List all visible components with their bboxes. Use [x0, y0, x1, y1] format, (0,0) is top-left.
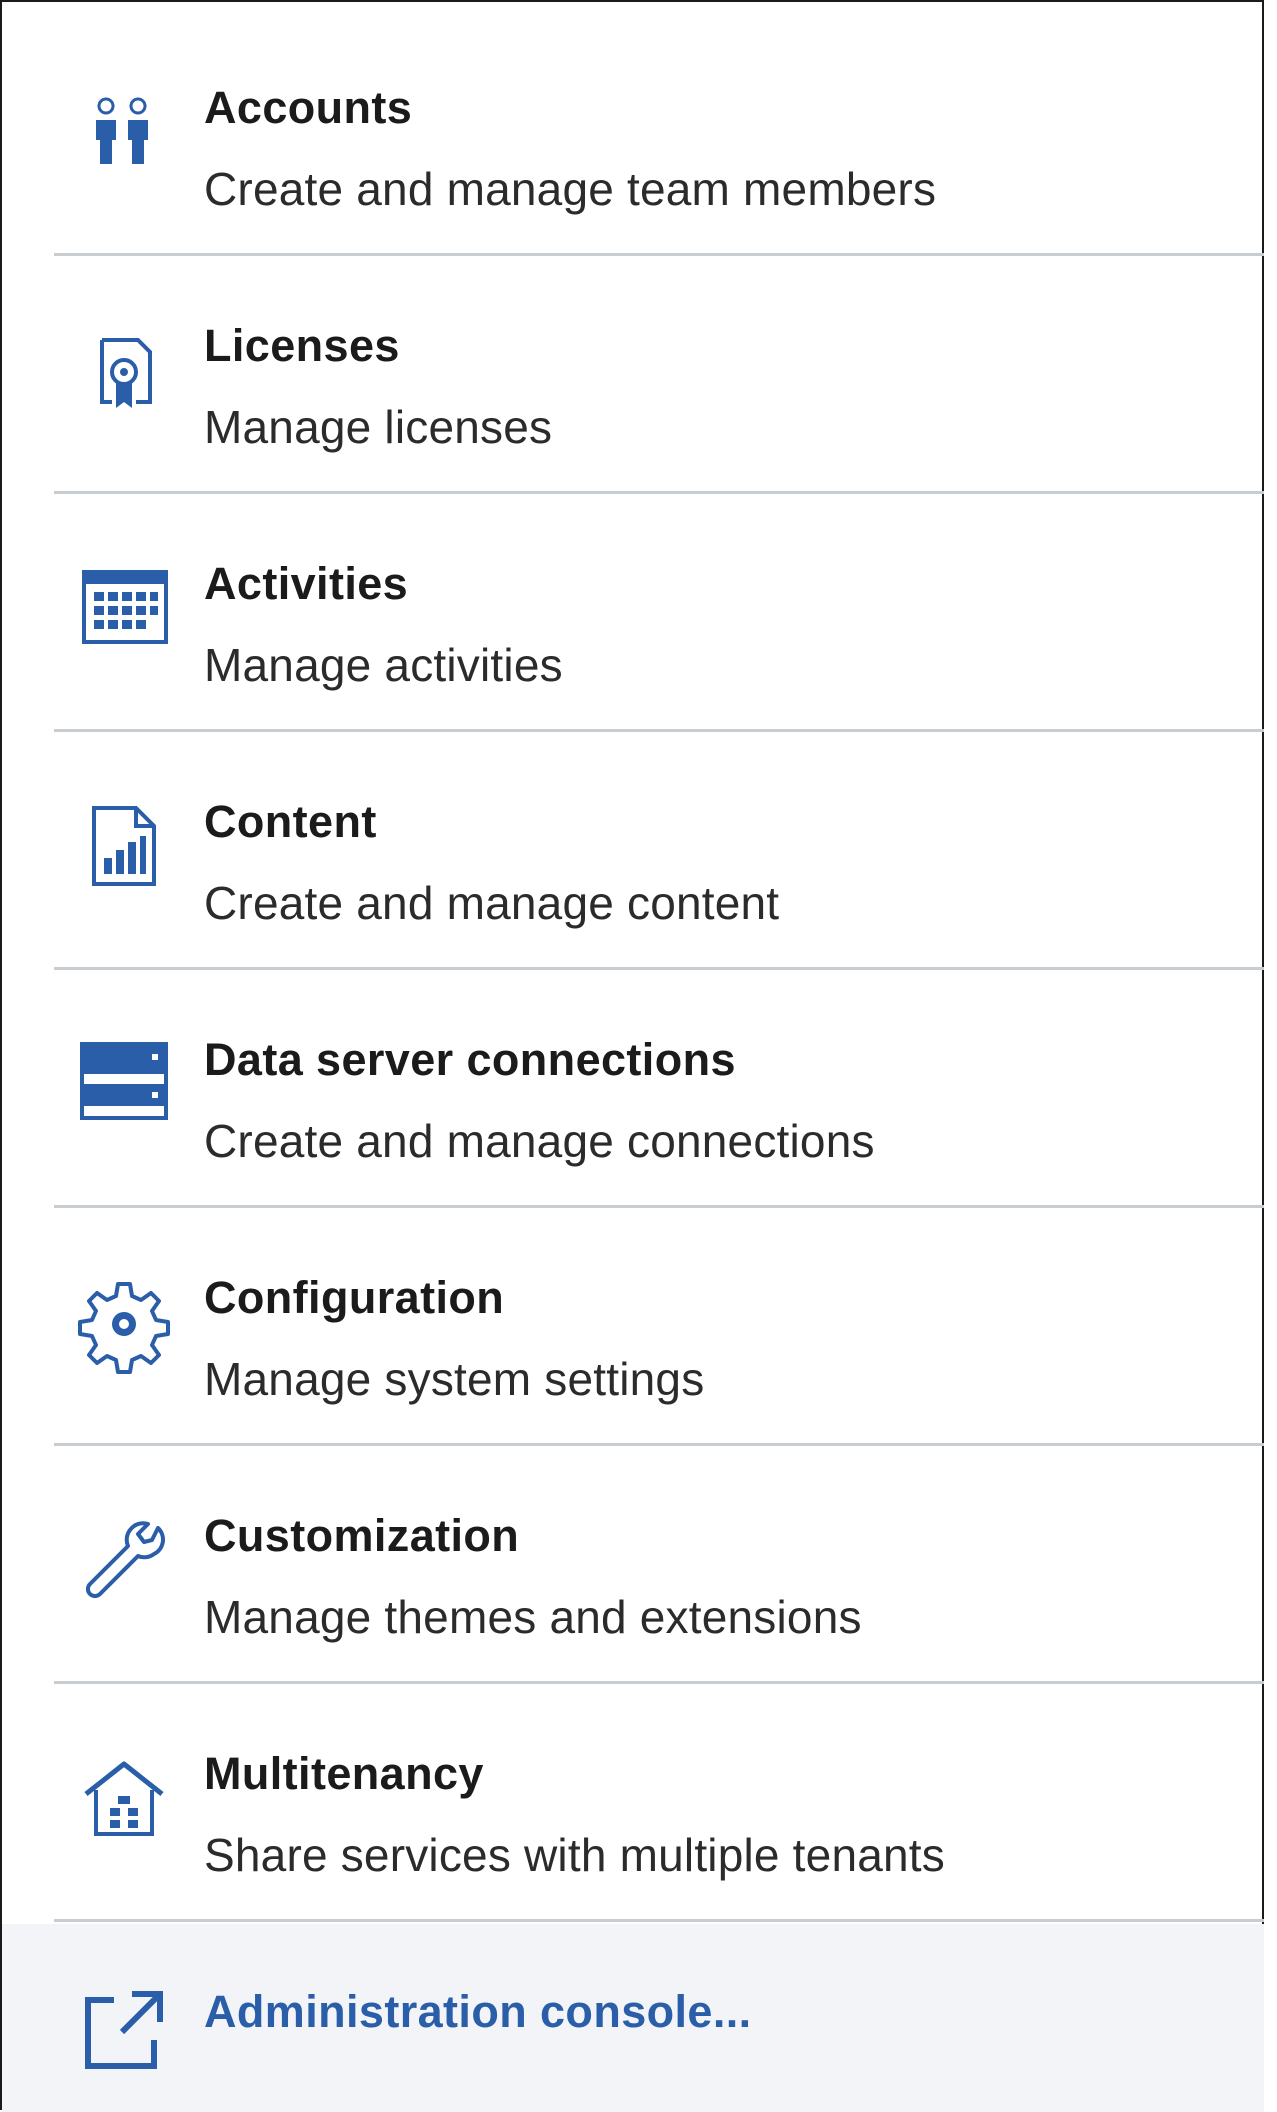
- menu-item-licenses[interactable]: Licenses Manage licenses: [2, 256, 1264, 494]
- menu-item-accounts[interactable]: Accounts Create and manage team members: [2, 18, 1264, 256]
- menu-item-description: Share services with multiple tenants: [204, 1829, 945, 1881]
- administration-console-label: Administration console...: [204, 1986, 752, 2037]
- menu-item-title: Customization: [204, 1510, 520, 1561]
- menu-item-content[interactable]: Content Create and manage content: [2, 732, 1264, 970]
- accounts-icon: [74, 84, 174, 184]
- content-report-icon: [74, 794, 174, 894]
- menu-item-title: Accounts: [204, 82, 413, 133]
- menu-item-description: Manage system settings: [204, 1353, 705, 1405]
- menu-item-title: Data server connections: [204, 1034, 736, 1085]
- menu-item-title: Content: [204, 796, 377, 847]
- menu-item-title: Licenses: [204, 320, 400, 371]
- separator: [54, 1919, 1264, 1922]
- calendar-icon: [74, 554, 174, 654]
- menu-item-description: Manage activities: [204, 639, 563, 691]
- menu-item-description: Create and manage connections: [204, 1115, 875, 1167]
- menu-item-title: Activities: [204, 558, 409, 609]
- administration-console-link[interactable]: Administration console...: [2, 1924, 1264, 2112]
- menu-item-customization[interactable]: Customization Manage themes and extensio…: [2, 1446, 1264, 1684]
- menu-item-title: Configuration: [204, 1272, 505, 1323]
- data-server-icon: [74, 1030, 174, 1130]
- menu-item-data-server-connections[interactable]: Data server connections Create and manag…: [2, 970, 1264, 1208]
- menu-item-description: Create and manage team members: [204, 163, 937, 215]
- admin-menu-panel: Accounts Create and manage team members …: [0, 0, 1264, 2112]
- tenant-house-icon: [74, 1750, 174, 1850]
- launch-external-icon: [74, 1980, 174, 2080]
- menu-item-multitenancy[interactable]: Multitenancy Share services with multipl…: [2, 1684, 1264, 1922]
- wrench-icon: [74, 1512, 174, 1612]
- menu-item-description: Manage themes and extensions: [204, 1591, 862, 1643]
- menu-item-description: Create and manage content: [204, 877, 780, 929]
- menu-item-title: Multitenancy: [204, 1748, 484, 1799]
- gear-icon: [74, 1274, 174, 1374]
- menu-item-configuration[interactable]: Configuration Manage system settings: [2, 1208, 1264, 1446]
- license-icon: [74, 322, 174, 422]
- menu-item-description: Manage licenses: [204, 401, 553, 453]
- menu-item-activities[interactable]: Activities Manage activities: [2, 494, 1264, 732]
